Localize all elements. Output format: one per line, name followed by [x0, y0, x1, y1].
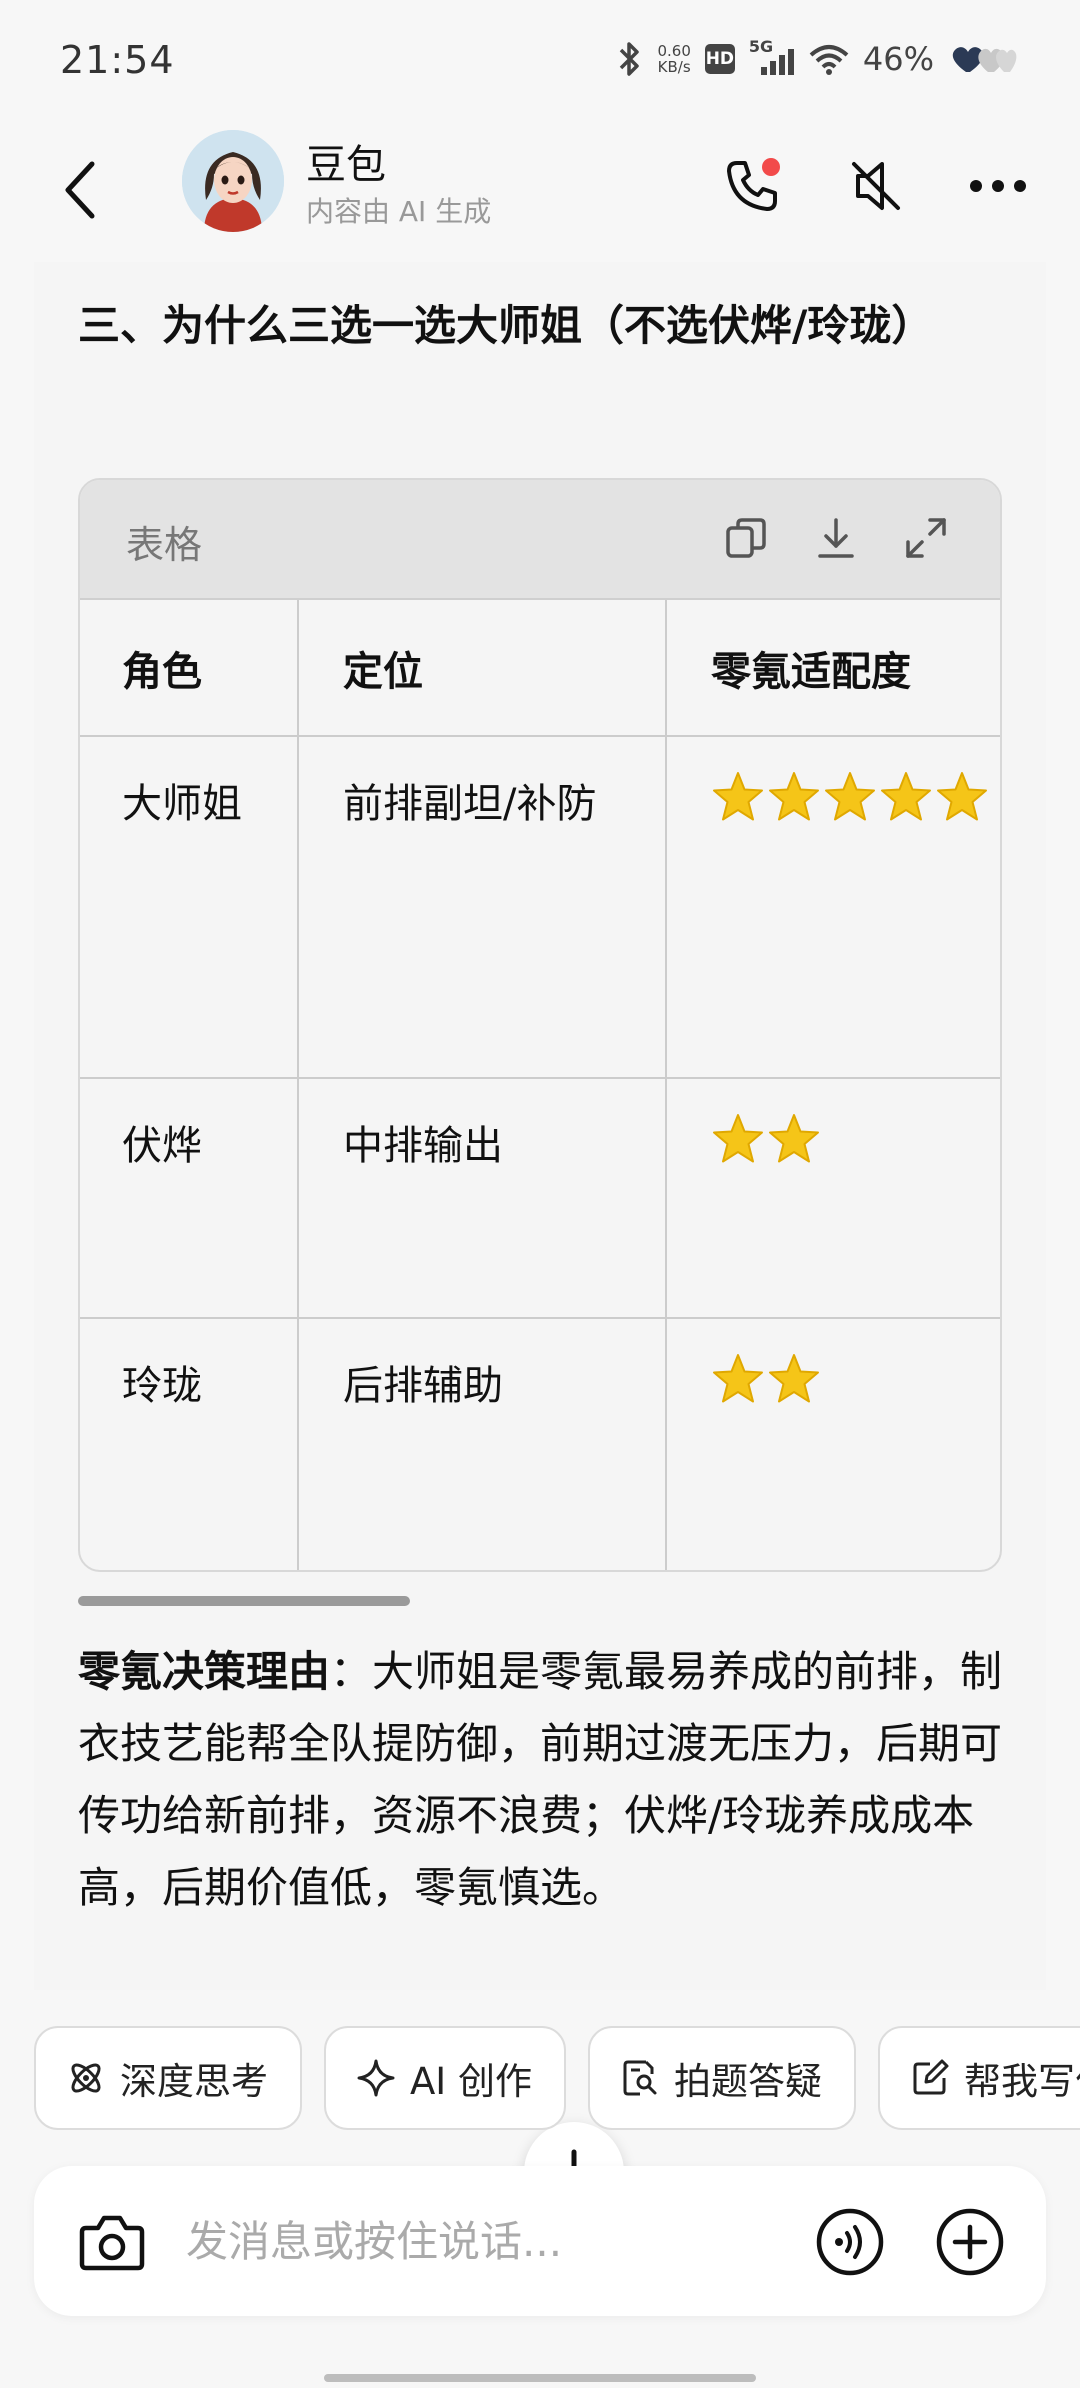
comparison-table: 角色 定位 零氪适配度 大师姐 前排副坦/补防 伏烨 中排输出 玲珑 后排辅助 — [80, 600, 1000, 1570]
chat-header: 豆包 内容由 AI 生成 — [0, 120, 1080, 260]
mute-button[interactable] — [836, 146, 916, 226]
table-row: 玲珑 后排辅助 — [80, 1318, 1000, 1570]
speaker-muted-icon — [852, 162, 900, 210]
table-horizontal-scrollbar[interactable] — [78, 1596, 410, 1606]
deep-think-chip[interactable]: 深度思考 — [34, 2026, 302, 2130]
doc-search-icon — [623, 2060, 657, 2096]
role-cell: 玲珑 — [80, 1318, 299, 1570]
position-cell: 前排副坦/补防 — [298, 736, 667, 1079]
chip-label: 深度思考 — [120, 2060, 268, 2103]
download-icon — [818, 518, 854, 558]
star-rating — [711, 1113, 1000, 1165]
message-input[interactable] — [186, 2206, 786, 2276]
photo-question-chip[interactable]: 拍题答疑 — [587, 2026, 856, 2130]
rating-cell — [666, 736, 1000, 1079]
contact-name: 豆包 — [306, 142, 386, 188]
message-content: 三、为什么三选一选大师姐（不选伏烨/玲珑） 表格 角色 定位 零氪适配度 大师姐… — [34, 262, 1046, 2222]
role-cell: 伏烨 — [80, 1078, 299, 1319]
decision-reason: 零氪决策理由：大师姐是零氪最易养成的前排，制衣技艺能帮全队提防御，前期过渡无压力… — [78, 1636, 1018, 1924]
position-cell: 后排辅助 — [298, 1318, 667, 1570]
table-label: 表格 — [126, 523, 203, 567]
download-table-button[interactable] — [804, 506, 868, 570]
star-icon — [713, 772, 763, 821]
star-icon — [713, 1354, 763, 1403]
net-speed: 0.60 KB/s — [657, 42, 691, 76]
table-row: 伏烨 中排输出 — [80, 1078, 1000, 1319]
column-header: 角色 — [80, 600, 299, 737]
star-icon — [825, 772, 875, 821]
chevron-left-icon — [65, 161, 95, 219]
voice-wave-icon — [816, 2208, 884, 2276]
column-header: 定位 — [298, 600, 667, 737]
camera-button[interactable] — [74, 2204, 150, 2280]
rating-cell — [666, 1318, 1000, 1570]
chip-label: AI 创作 — [410, 2060, 532, 2103]
ellipsis-icon — [970, 180, 1026, 192]
star-icon — [713, 1114, 763, 1163]
copy-icon — [726, 518, 766, 558]
table-header-row: 角色 定位 零氪适配度 — [80, 600, 1000, 737]
star-icon — [937, 772, 987, 821]
role-cell: 大师姐 — [80, 736, 299, 1079]
add-attachment-button[interactable] — [932, 2204, 1008, 2280]
status-icons: 0.60 KB/s HD 5G 46% — [617, 34, 1018, 84]
table-card: 表格 角色 定位 零氪适配度 大师姐 前排副坦/补防 伏烨 中排输出 玲珑 后排… — [78, 478, 1002, 1572]
back-button[interactable] — [40, 150, 120, 230]
star-rating — [711, 771, 1000, 823]
star-icon — [881, 772, 931, 821]
star-icon — [769, 1114, 819, 1163]
notification-dot — [762, 158, 780, 176]
status-time: 21:54 — [60, 38, 175, 82]
hd-icon: HD — [704, 44, 735, 74]
bluetooth-icon — [617, 40, 643, 78]
chat-screen: 21:54 0.60 KB/s HD 5G 46% 豆包 内容由 AI 生成 三… — [0, 0, 1080, 2388]
help-write-chip[interactable]: 帮我写作 — [877, 2026, 1080, 2130]
bot-avatar-icon — [182, 130, 284, 232]
plus-circle-icon — [936, 2208, 1004, 2276]
ai-generated-label: 内容由 AI 生成 — [306, 195, 492, 228]
reason-label: 零氪决策理由 — [78, 1647, 331, 1696]
position-cell: 中排输出 — [298, 1078, 667, 1319]
column-header: 零氪适配度 — [666, 600, 1000, 737]
table-row: 大师姐 前排副坦/补防 — [80, 736, 1000, 1079]
atom-icon — [71, 2063, 101, 2093]
home-indicator[interactable] — [324, 2374, 756, 2382]
voice-input-button[interactable] — [812, 2204, 888, 2280]
chip-label: 帮我写作 — [963, 2060, 1080, 2103]
copy-table-button[interactable] — [714, 506, 778, 570]
ai-create-chip[interactable]: AI 创作 — [324, 2026, 566, 2130]
message-input-bar — [34, 2166, 1046, 2316]
edit-icon — [913, 2059, 949, 2095]
battery-percent: 46% — [862, 40, 934, 78]
wifi-icon — [809, 43, 849, 75]
quick-actions-bar: 深度思考 AI 创作 拍题答疑 帮我写作 — [34, 2026, 1080, 2132]
star-icon — [769, 772, 819, 821]
camera-icon — [79, 2215, 145, 2271]
voice-call-button[interactable] — [712, 146, 792, 226]
section-heading: 三、为什么三选一选大师姐（不选伏烨/玲珑） — [78, 301, 934, 350]
chip-label: 拍题答疑 — [673, 2060, 822, 2103]
cellular-signal-icon: 5G — [749, 37, 795, 77]
rating-cell — [666, 1078, 1000, 1319]
avatar[interactable] — [182, 130, 284, 232]
star-rating — [711, 1353, 1000, 1405]
status-bar: 21:54 0.60 KB/s HD 5G 46% — [0, 0, 1080, 120]
expand-table-button[interactable] — [894, 506, 958, 570]
sparkle-icon — [357, 2059, 395, 2097]
battery-icon — [948, 44, 1018, 74]
more-options-button[interactable] — [958, 146, 1038, 226]
table-toolbar: 表格 — [80, 480, 1000, 600]
star-icon — [769, 1354, 819, 1403]
expand-icon — [906, 518, 946, 558]
